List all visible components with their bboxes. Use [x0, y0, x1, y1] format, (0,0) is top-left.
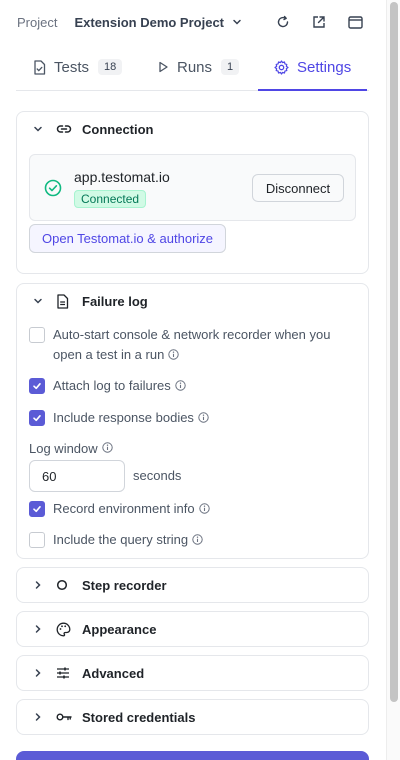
- check-icon: [33, 506, 41, 513]
- tab-label: Tests: [54, 58, 90, 76]
- primary-action-button[interactable]: [16, 751, 369, 760]
- log-window-unit: seconds: [133, 468, 182, 483]
- attach-log-option: Attach log to failures: [29, 376, 186, 396]
- runs-count-badge: 1: [221, 59, 240, 75]
- failure-log-section: Failure log Auto-start console & network…: [16, 283, 369, 559]
- file-text-icon: [56, 293, 72, 309]
- check-icon: [33, 383, 41, 390]
- info-icon: [168, 349, 180, 360]
- connection-section: Connection app.testomat.io Connected Dis…: [16, 111, 369, 274]
- section-title: Connection: [82, 121, 154, 137]
- query-string-checkbox[interactable]: [29, 532, 45, 548]
- step-recorder-section: Step recorder: [16, 567, 369, 603]
- appearance-section: Appearance: [16, 611, 369, 647]
- response-bodies-option: Include response bodies: [29, 408, 209, 428]
- info-icon: [192, 534, 203, 545]
- tab-label: Runs: [177, 58, 213, 76]
- auto-start-option: Auto-start console & network recorder wh…: [29, 325, 354, 365]
- info-icon: [175, 380, 186, 391]
- connection-host: app.testomat.io: [74, 169, 170, 185]
- key-icon: [56, 712, 72, 722]
- chevron-down-icon: [33, 296, 43, 306]
- advanced-header[interactable]: Advanced: [17, 656, 368, 690]
- check-icon: [33, 415, 41, 422]
- info-icon: [198, 503, 210, 514]
- response-bodies-checkbox[interactable]: [29, 410, 45, 426]
- tab-label: Settings: [297, 58, 352, 76]
- section-title: Stored credentials: [82, 709, 196, 725]
- tests-count-badge: 18: [98, 59, 123, 75]
- chevron-right-icon: [33, 624, 43, 634]
- tab-bar: Tests 18 Runs 1 Settings: [16, 44, 369, 91]
- option-label: Attach log to failures: [53, 378, 171, 393]
- check-circle-icon: [44, 179, 62, 200]
- circle-icon: [56, 578, 72, 592]
- stored-credentials-header[interactable]: Stored credentials: [17, 700, 368, 734]
- chevron-down-icon: [233, 19, 241, 25]
- connection-status-box: app.testomat.io Connected Disconnect: [29, 154, 356, 221]
- section-title: Advanced: [82, 665, 145, 681]
- status-badge: Connected: [74, 190, 147, 208]
- section-title: Appearance: [82, 621, 157, 637]
- gear-icon: [274, 59, 289, 75]
- auto-start-checkbox[interactable]: [29, 327, 45, 343]
- project-name: Extension Demo Project: [74, 14, 225, 30]
- chevron-right-icon: [33, 712, 43, 722]
- info-icon: [198, 412, 209, 423]
- link-icon: [56, 123, 72, 135]
- stored-credentials-section: Stored credentials: [16, 699, 369, 735]
- environment-info-checkbox[interactable]: [29, 501, 45, 517]
- scrollbar-thumb[interactable]: [390, 2, 398, 702]
- chevron-right-icon: [33, 668, 43, 678]
- open-authorize-button[interactable]: Open Testomat.io & authorize: [29, 224, 227, 253]
- project-select[interactable]: Extension Demo Project: [74, 15, 246, 30]
- option-label: Include the query string: [53, 532, 189, 547]
- section-title: Failure log: [82, 293, 148, 309]
- option-label: Auto-start console & network recorder wh…: [53, 327, 331, 362]
- chevron-right-icon: [33, 580, 43, 590]
- option-label: Include response bodies: [53, 410, 194, 425]
- window-icon[interactable]: [346, 13, 364, 31]
- project-label: Project: [17, 14, 58, 30]
- connection-header[interactable]: Connection: [17, 112, 368, 146]
- palette-icon: [56, 622, 72, 637]
- info-icon: [101, 442, 113, 453]
- log-window-label: Log window: [29, 441, 98, 456]
- failure-log-header[interactable]: Failure log: [17, 284, 368, 318]
- file-check-icon: [33, 59, 46, 75]
- external-link-icon[interactable]: [310, 13, 328, 31]
- environment-info-option: Record environment info: [29, 499, 210, 519]
- refresh-icon[interactable]: [274, 13, 292, 31]
- log-window-input[interactable]: [29, 460, 125, 492]
- section-title: Step recorder: [82, 577, 167, 593]
- tab-tests[interactable]: Tests 18: [33, 44, 123, 90]
- option-label: Record environment info: [53, 501, 195, 516]
- tab-runs[interactable]: Runs 1: [158, 44, 240, 90]
- query-string-option: Include the query string: [29, 530, 203, 550]
- chevron-down-icon: [33, 124, 43, 134]
- tab-settings[interactable]: Settings: [257, 44, 368, 91]
- attach-log-checkbox[interactable]: [29, 378, 45, 394]
- play-icon: [158, 61, 169, 73]
- sliders-icon: [56, 666, 72, 680]
- top-bar: Project Extension Demo Project: [0, 0, 386, 44]
- step-recorder-header[interactable]: Step recorder: [17, 568, 368, 602]
- advanced-section: Advanced: [16, 655, 369, 691]
- scrollbar[interactable]: [386, 0, 400, 760]
- appearance-header[interactable]: Appearance: [17, 612, 368, 646]
- disconnect-button[interactable]: Disconnect: [252, 174, 344, 202]
